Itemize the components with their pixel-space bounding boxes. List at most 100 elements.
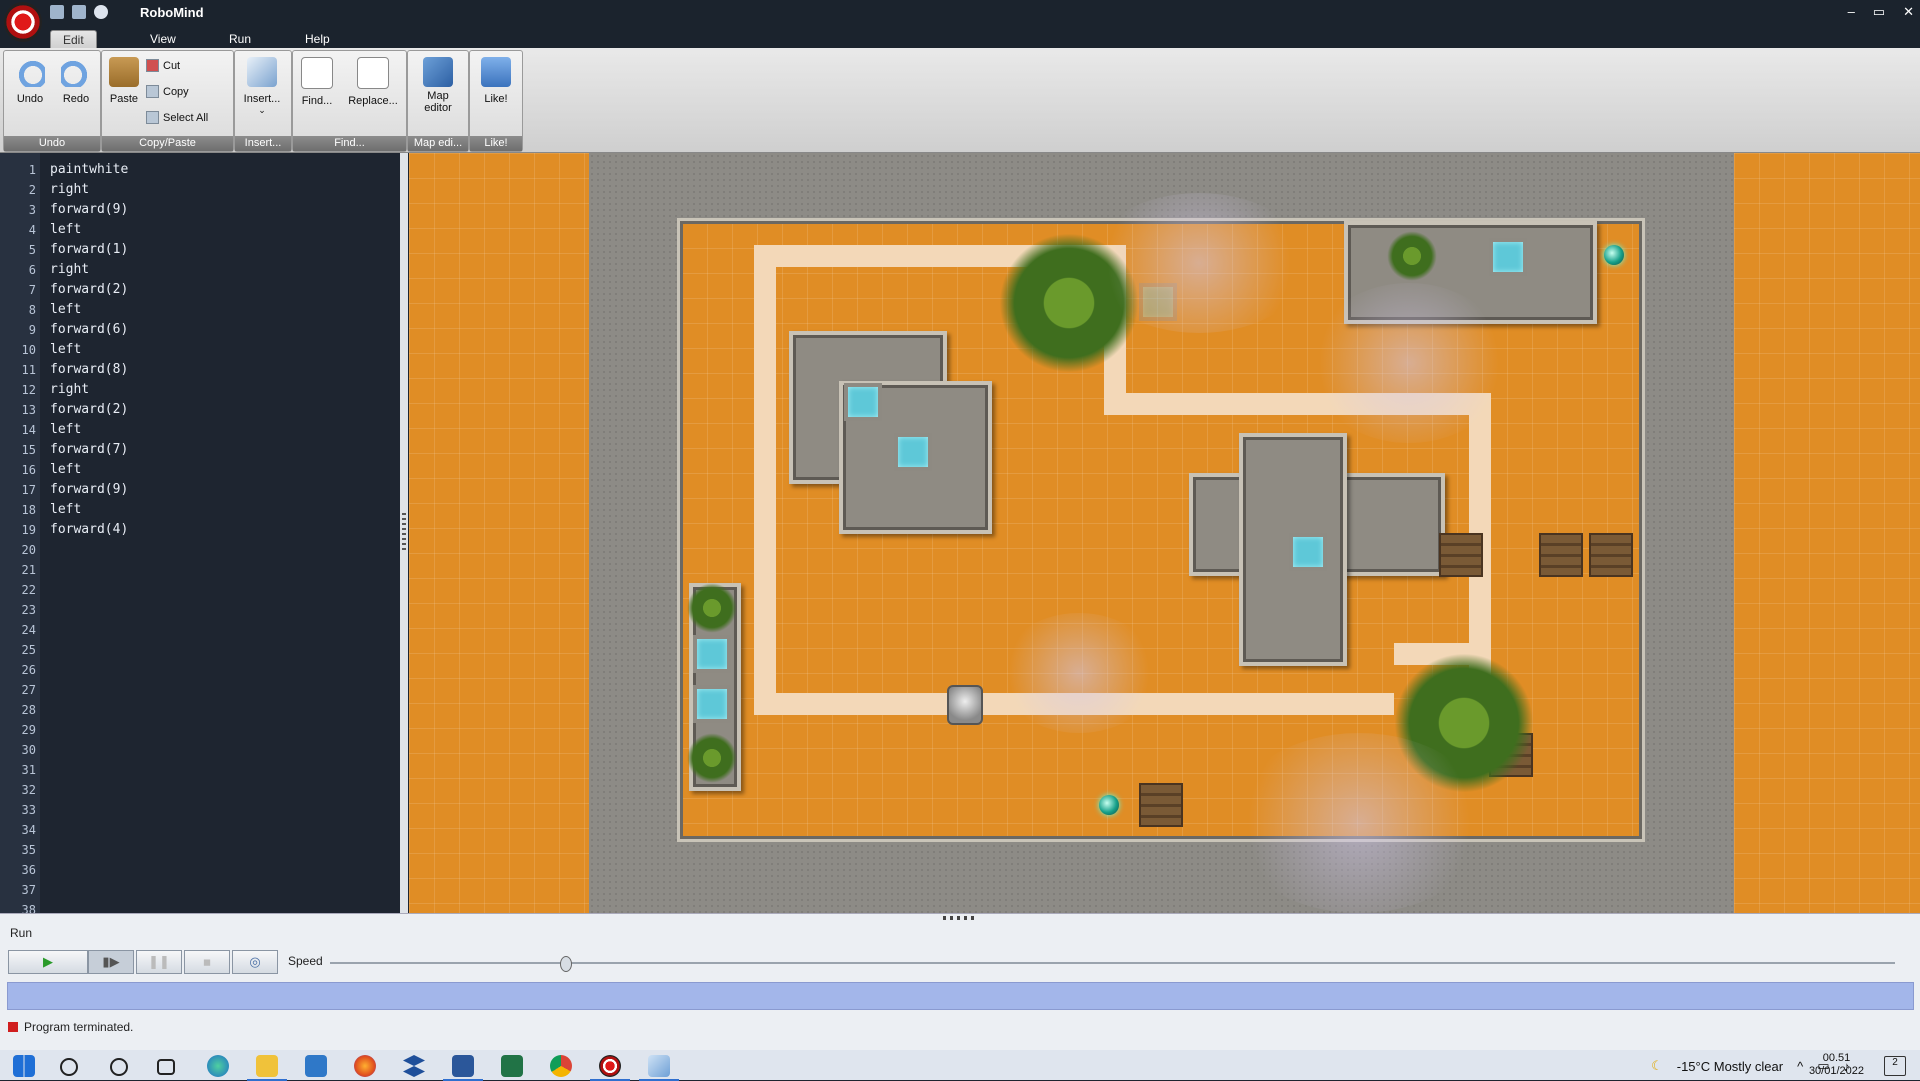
code-line[interactable]: 19 forward(4) bbox=[0, 520, 400, 540]
globe-icon[interactable] bbox=[94, 5, 108, 19]
redo-button[interactable]: Redo bbox=[54, 57, 98, 105]
code-line[interactable]: 23 bbox=[0, 600, 400, 620]
clock[interactable]: 00.51 30/01/2022 bbox=[1809, 1052, 1864, 1078]
code-line[interactable]: 13 forward(2) bbox=[0, 400, 400, 420]
code-line[interactable]: 27 bbox=[0, 680, 400, 700]
file-explorer-icon[interactable] bbox=[247, 1055, 287, 1081]
code-line[interactable]: 10 left bbox=[0, 340, 400, 360]
like-button[interactable]: Like! bbox=[474, 57, 518, 105]
code-line[interactable]: 26 bbox=[0, 660, 400, 680]
weather-text[interactable]: -15°C Mostly clear bbox=[1677, 1059, 1783, 1074]
code-line[interactable]: 32 bbox=[0, 780, 400, 800]
editor-map-splitter[interactable] bbox=[400, 153, 408, 913]
notification-center-icon[interactable]: 2 bbox=[1884, 1056, 1906, 1076]
maximize-button[interactable]: ▭ bbox=[1873, 4, 1885, 20]
code-line[interactable]: 22 bbox=[0, 580, 400, 600]
tab-run[interactable]: Run bbox=[217, 30, 263, 48]
code-line[interactable]: 4 left bbox=[0, 220, 400, 240]
group-label-map-edit: Map edi... bbox=[408, 136, 468, 151]
undo-button[interactable]: Undo bbox=[8, 57, 52, 105]
insert-button[interactable]: Insert... ⌄ bbox=[240, 57, 284, 116]
search-icon[interactable] bbox=[60, 1058, 78, 1076]
step-button[interactable]: ▮▶ bbox=[88, 950, 134, 974]
code-text: forward(2) bbox=[50, 402, 129, 417]
code-line[interactable]: 14 left bbox=[0, 420, 400, 440]
code-line[interactable]: 2 right bbox=[0, 180, 400, 200]
beacon-icon bbox=[1099, 795, 1119, 815]
find-button[interactable]: Find... bbox=[295, 57, 339, 107]
like-group: Like! Like! bbox=[469, 50, 523, 152]
run-button[interactable]: ▶ bbox=[8, 950, 88, 974]
word-icon[interactable] bbox=[443, 1055, 483, 1081]
copy-button[interactable]: Copy bbox=[146, 85, 189, 98]
code-line[interactable]: 1 paintwhite bbox=[0, 160, 400, 180]
code-line[interactable]: 6 right bbox=[0, 260, 400, 280]
code-line[interactable]: 12 right bbox=[0, 380, 400, 400]
status-line: Program terminated. bbox=[8, 1020, 133, 1034]
pause-button[interactable]: ❚❚ bbox=[136, 950, 182, 974]
edge-browser-icon[interactable] bbox=[207, 1055, 229, 1077]
paste-label: Paste bbox=[109, 93, 139, 105]
windows-taskbar: ☾ -15°C Mostly clear ^ ▭ ♪ 00.51 30/01/2… bbox=[0, 1050, 1920, 1081]
paste-button[interactable]: Paste bbox=[102, 57, 146, 105]
code-line[interactable]: 20 bbox=[0, 540, 400, 560]
code-line[interactable]: 3 forward(9) bbox=[0, 200, 400, 220]
minimize-button[interactable]: – bbox=[1848, 4, 1855, 20]
line-number: 8 bbox=[28, 303, 36, 317]
stop-button[interactable]: ■ bbox=[184, 950, 230, 974]
code-line[interactable]: 11 forward(8) bbox=[0, 360, 400, 380]
code-line[interactable]: 9 forward(6) bbox=[0, 320, 400, 340]
code-line[interactable]: 5 forward(1) bbox=[0, 240, 400, 260]
replace-button[interactable]: Replace... bbox=[343, 57, 403, 107]
speed-slider-thumb[interactable] bbox=[559, 956, 572, 972]
code-line[interactable]: 21 bbox=[0, 560, 400, 580]
code-line[interactable]: 15 forward(7) bbox=[0, 440, 400, 460]
code-line[interactable]: 8 left bbox=[0, 300, 400, 320]
robomind-taskbar-icon[interactable] bbox=[590, 1055, 630, 1081]
code-line[interactable]: 36 bbox=[0, 860, 400, 880]
task-view-icon[interactable] bbox=[157, 1059, 175, 1075]
cut-button[interactable]: Cut bbox=[146, 59, 180, 72]
follow-robot-button[interactable]: ◎ bbox=[232, 950, 278, 974]
notepad-icon[interactable] bbox=[639, 1055, 679, 1081]
save-file-icon[interactable] bbox=[72, 5, 86, 19]
code-line[interactable]: 30 bbox=[0, 740, 400, 760]
tab-edit[interactable]: Edit bbox=[50, 30, 97, 49]
map-edit-group: Map editor Map edi... bbox=[407, 50, 469, 152]
select-all-button[interactable]: Select All bbox=[146, 111, 208, 124]
tab-view[interactable]: View bbox=[138, 30, 188, 48]
excel-icon[interactable] bbox=[501, 1055, 523, 1077]
panel-resize-grip-icon[interactable] bbox=[943, 916, 977, 920]
code-line[interactable]: 33 bbox=[0, 800, 400, 820]
code-line[interactable]: 16 left bbox=[0, 460, 400, 480]
cortana-icon[interactable] bbox=[110, 1058, 128, 1076]
code-line[interactable]: 28 bbox=[0, 700, 400, 720]
open-file-icon[interactable] bbox=[50, 5, 64, 19]
code-editor[interactable]: 1 paintwhite 2 right 3 forward(9) 4 left 5 forwar… bbox=[0, 153, 400, 917]
robomind-logo-icon[interactable] bbox=[4, 2, 42, 42]
line-number: 4 bbox=[28, 223, 36, 237]
windows-start-icon[interactable] bbox=[13, 1055, 35, 1077]
close-button[interactable]: ✕ bbox=[1903, 4, 1914, 20]
code-line[interactable]: 34 bbox=[0, 820, 400, 840]
map-editor-button[interactable]: Map editor bbox=[416, 57, 460, 114]
replace-label: Replace... bbox=[348, 95, 398, 107]
code-line[interactable]: 37 bbox=[0, 880, 400, 900]
map-view[interactable] bbox=[409, 153, 1920, 913]
tab-help[interactable]: Help bbox=[293, 30, 342, 48]
code-line[interactable]: 35 bbox=[0, 840, 400, 860]
code-line[interactable]: 31 bbox=[0, 760, 400, 780]
code-line[interactable]: 29 bbox=[0, 720, 400, 740]
code-line[interactable]: 25 bbox=[0, 640, 400, 660]
code-line[interactable]: 24 bbox=[0, 620, 400, 640]
firefox-icon[interactable] bbox=[354, 1055, 376, 1077]
redo-label: Redo bbox=[62, 93, 90, 105]
dropbox-icon[interactable] bbox=[403, 1055, 425, 1077]
code-line[interactable]: 18 left bbox=[0, 500, 400, 520]
chevron-up-icon[interactable]: ^ bbox=[1797, 1059, 1803, 1074]
group-label-find: Find... bbox=[293, 136, 406, 151]
mail-icon[interactable] bbox=[305, 1055, 327, 1077]
code-line[interactable]: 7 forward(2) bbox=[0, 280, 400, 300]
chrome-icon[interactable] bbox=[550, 1055, 572, 1077]
code-line[interactable]: 17 forward(9) bbox=[0, 480, 400, 500]
